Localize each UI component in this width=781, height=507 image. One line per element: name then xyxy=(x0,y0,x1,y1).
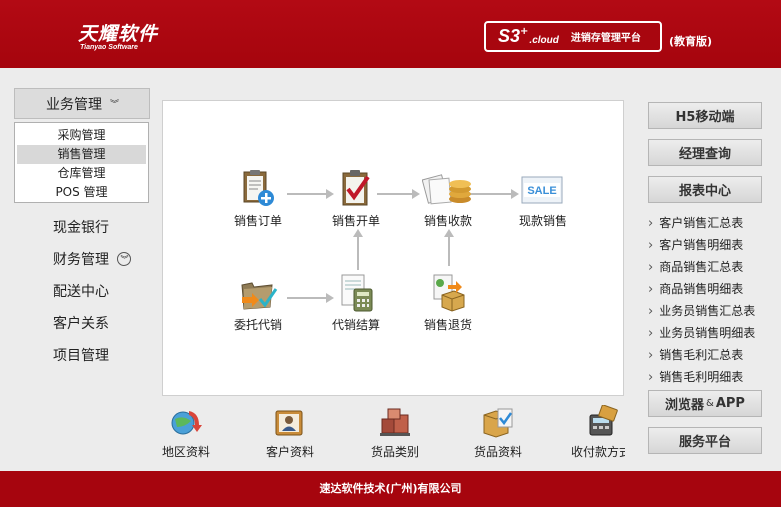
nav-item-cash-bank[interactable]: 现金银行 xyxy=(53,217,109,237)
product-suffix: .cloud xyxy=(529,34,559,46)
report-link[interactable]: 客户销售汇总表 xyxy=(648,212,768,234)
product-name: 进销存管理平台 xyxy=(570,33,641,44)
edition-label: (教育版) xyxy=(669,35,713,48)
h5-mobile-button[interactable]: H5移动端 xyxy=(648,102,762,129)
flow-node-label: 销售收款 xyxy=(423,214,472,228)
manager-query-button[interactable]: 经理查询 xyxy=(648,139,762,166)
flow-node-label: 销售订单 xyxy=(233,214,282,228)
sales-flow-panel: 销售订单 销售开单 销售收款 SALE 现款销售 委托代销 代销结算 销售退货 xyxy=(162,100,624,396)
flow-node-consignment[interactable]: 委托代销 xyxy=(223,273,293,333)
product-badge: S3 + .cloud 进销存管理平台 xyxy=(484,21,662,52)
folder-check-icon xyxy=(238,273,278,313)
submenu-item-sales[interactable]: 销售管理 xyxy=(17,145,146,164)
nav-group-business[interactable]: 业务管理 ︾ xyxy=(14,88,150,119)
nav-item-projects[interactable]: 项目管理 xyxy=(53,345,109,365)
shortcut-products[interactable]: 货品资料 xyxy=(463,405,533,460)
shortcut-label: 收付款方式 xyxy=(570,445,625,459)
shortcut-label: 地区资料 xyxy=(161,445,210,459)
shortcut-label: 货品资料 xyxy=(473,445,522,459)
double-chevron-down-icon: ︾ xyxy=(109,100,119,110)
nav-item-crm[interactable]: 客户关系 xyxy=(53,313,109,333)
flow-node-consign-settle[interactable]: 代销结算 xyxy=(321,273,391,333)
flow-node-label: 代销结算 xyxy=(331,318,380,332)
report-link[interactable]: 业务员销售汇总表 xyxy=(648,300,768,322)
box-checklist-icon xyxy=(481,405,515,439)
svg-text:SALE: SALE xyxy=(527,185,556,197)
flow-node-label: 现款销售 xyxy=(518,214,567,228)
globe-arrow-icon xyxy=(169,405,203,439)
calculator-document-icon xyxy=(336,273,376,313)
report-link[interactable]: 客户销售明细表 xyxy=(648,234,768,256)
shortcut-categories[interactable]: 货品类别 xyxy=(360,405,430,460)
report-link[interactable]: 商品销售明细表 xyxy=(648,278,768,300)
report-list: 客户销售汇总表 客户销售明细表 商品销售汇总表 商品销售明细表 业务员销售汇总表… xyxy=(648,212,768,388)
app-label: APP xyxy=(715,396,745,411)
browser-app-button[interactable]: 浏览器 & APP xyxy=(648,390,762,417)
shortcut-bar: 地区资料 客户资料 货品类别 货品资料 收付款方式 xyxy=(160,405,625,465)
flow-node-sales-return[interactable]: 销售退货 xyxy=(413,273,483,333)
browser-label: 浏览器 xyxy=(665,398,705,413)
top-header: 天耀软件 Tianyao Software S3 + .cloud 进销存管理平… xyxy=(0,0,781,68)
submenu-item-warehouse[interactable]: 仓库管理 xyxy=(17,164,146,183)
circle-chevron-down-icon: ︾ xyxy=(117,252,131,266)
card-terminal-icon xyxy=(584,405,618,439)
report-link[interactable]: 销售毛利汇总表 xyxy=(648,344,768,366)
report-link[interactable]: 销售毛利明细表 xyxy=(648,366,768,388)
submenu-item-pos[interactable]: POS 管理 xyxy=(17,183,146,202)
shortcut-customers[interactable]: 客户资料 xyxy=(255,405,325,460)
report-link[interactable]: 商品销售汇总表 xyxy=(648,256,768,278)
footer-company-text: 速达软件技术(广州)有限公司 xyxy=(319,482,462,495)
logo-cn-text: 天耀软件 xyxy=(78,23,159,45)
flow-node-label: 委托代销 xyxy=(233,318,282,332)
shortcut-region[interactable]: 地区资料 xyxy=(160,405,221,460)
checklist-clipboard-icon xyxy=(336,169,376,209)
nav-group-title: 业务管理 xyxy=(45,96,102,113)
flow-node-sales-order[interactable]: 销售订单 xyxy=(223,169,293,229)
ampersand-label: & xyxy=(706,398,714,409)
shortcut-payment-methods[interactable]: 收付款方式 xyxy=(566,405,625,460)
flow-node-sales-receipt[interactable]: 销售收款 xyxy=(413,169,483,229)
footer-bar: 速达软件技术(广州)有限公司 xyxy=(0,471,781,507)
shortcut-label: 客户资料 xyxy=(265,445,314,459)
report-center-button[interactable]: 报表中心 xyxy=(648,176,762,203)
report-link[interactable]: 业务员销售明细表 xyxy=(648,322,768,344)
flow-node-label: 销售退货 xyxy=(423,318,472,332)
plus-icon: + xyxy=(520,26,529,37)
flow-node-cash-sale[interactable]: SALE 现款销售 xyxy=(508,169,578,229)
boxes-category-icon xyxy=(378,405,412,439)
coins-papers-icon xyxy=(421,169,474,209)
product-code: S3 xyxy=(498,26,521,46)
flow-node-sales-invoice[interactable]: 销售开单 xyxy=(321,169,391,229)
box-return-icon xyxy=(428,273,468,313)
nav-item-distribution[interactable]: 配送中心 xyxy=(53,281,109,301)
sale-tag-icon: SALE xyxy=(520,169,566,209)
nav-item-finance[interactable]: 财务管理 ︾ xyxy=(53,249,131,269)
flow-node-label: 销售开单 xyxy=(331,214,380,228)
customer-card-icon xyxy=(273,405,307,439)
order-clipboard-icon xyxy=(238,169,278,209)
business-submenu: 采购管理 销售管理 仓库管理 POS 管理 xyxy=(14,122,149,203)
service-platform-button[interactable]: 服务平台 xyxy=(648,427,762,454)
shortcut-label: 货品类别 xyxy=(370,445,419,459)
brand-logo: 天耀软件 Tianyao Software xyxy=(78,19,158,51)
flow-arrow-up xyxy=(444,229,454,266)
submenu-item-purchase[interactable]: 采购管理 xyxy=(17,126,146,145)
flow-arrow-up xyxy=(353,229,363,270)
